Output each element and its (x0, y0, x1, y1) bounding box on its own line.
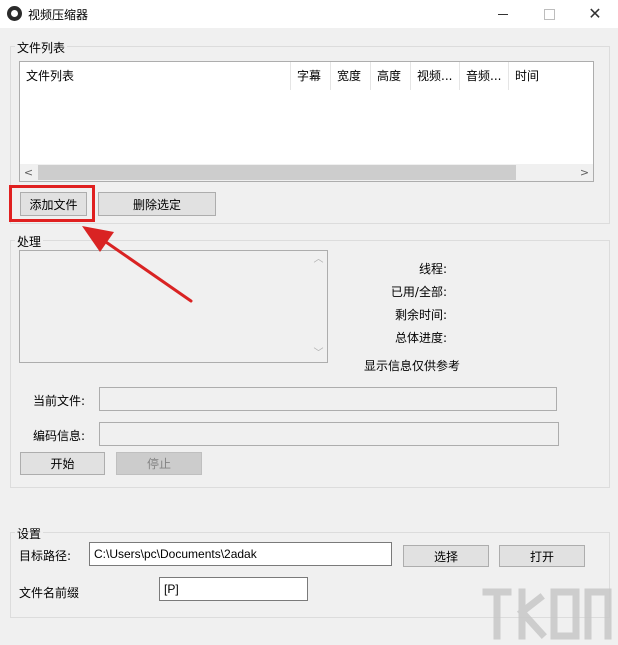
column-header-video[interactable]: 视频... (411, 62, 460, 90)
overall-progress-label: 总体进度: (394, 331, 447, 345)
watermark-logo (482, 588, 612, 640)
target-path-value: C:\Users\pc\Documents\2adak (94, 547, 257, 561)
encoding-info-field (99, 422, 559, 446)
prefix-input[interactable]: [P] (159, 577, 308, 601)
stop-button[interactable]: 停止 (116, 452, 202, 475)
column-header-subtitle[interactable]: 字幕 (291, 62, 331, 90)
prefix-value: [P] (164, 582, 179, 596)
column-header-file[interactable]: 文件列表 (20, 62, 291, 90)
column-header-height[interactable]: 高度 (371, 62, 411, 90)
list-header: 文件列表 字幕 宽度 高度 视频... 音频... 时间 (20, 62, 593, 90)
current-file-field (99, 387, 557, 411)
reference-note: 显示信息仅供参考 (364, 359, 461, 373)
select-button[interactable]: 选择 (403, 545, 489, 567)
minimize-button[interactable] (480, 0, 526, 28)
column-header-audio[interactable]: 音频... (460, 62, 509, 90)
chevron-left-icon[interactable]: < (20, 164, 37, 181)
title-bar: 视频压缩器 ✕ (0, 0, 618, 28)
minimize-icon (498, 13, 508, 15)
current-file-label: 当前文件: (33, 394, 86, 408)
start-button[interactable]: 开始 (20, 452, 105, 475)
delete-selected-button[interactable]: 删除选定 (98, 192, 216, 216)
scrollbar-thumb[interactable] (38, 165, 516, 180)
settings-group-label: 设置 (15, 525, 44, 542)
column-header-time[interactable]: 时间 (509, 62, 589, 90)
used-total-label: 已用/全部: (390, 285, 447, 299)
chevron-right-icon[interactable]: > (576, 164, 593, 181)
column-header-width[interactable]: 宽度 (331, 62, 371, 90)
prefix-label: 文件名前缀 (19, 586, 80, 600)
file-list-group-label: 文件列表 (15, 39, 68, 56)
file-list-view[interactable]: 文件列表 字幕 宽度 高度 视频... 音频... 时间 < > (19, 61, 594, 182)
encoding-info-label: 编码信息: (33, 429, 86, 443)
target-path-label: 目标路径: (19, 549, 72, 563)
window-title: 视频压缩器 (28, 8, 89, 22)
log-textarea[interactable]: ︿ ﹀ (19, 250, 328, 363)
horizontal-scrollbar[interactable]: < > (20, 164, 593, 181)
processing-group-label: 处理 (15, 233, 44, 250)
highlight-box (9, 185, 95, 222)
remaining-time-label: 剩余时间: (394, 308, 447, 322)
open-button[interactable]: 打开 (499, 545, 585, 567)
threads-label: 线程: (418, 262, 447, 276)
app-icon (7, 6, 22, 21)
close-icon: ✕ (588, 4, 602, 23)
maximize-button[interactable] (526, 0, 572, 28)
close-button[interactable]: ✕ (572, 0, 618, 28)
maximize-icon (543, 8, 555, 20)
target-path-input[interactable]: C:\Users\pc\Documents\2adak (89, 542, 392, 566)
chevron-down-icon[interactable]: ﹀ (310, 345, 327, 362)
